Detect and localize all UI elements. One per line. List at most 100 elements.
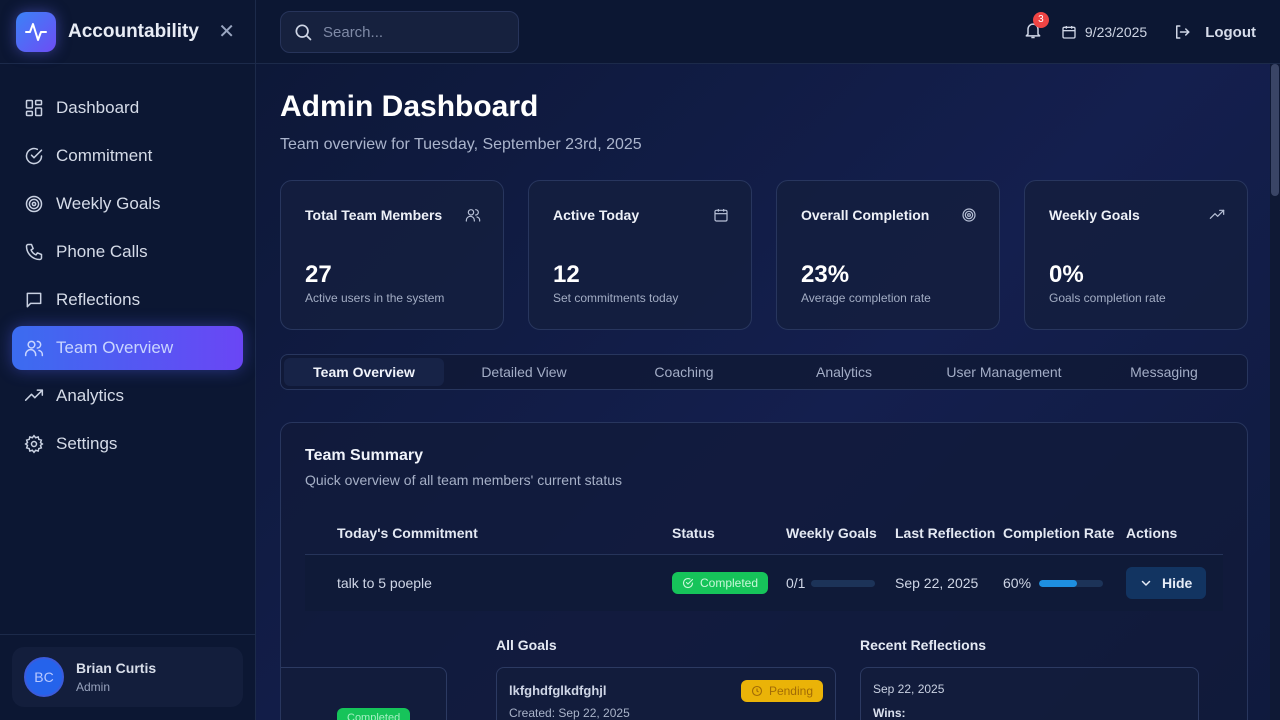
column-header-status: Status: [672, 525, 715, 541]
last-reflection-cell: Sep 22, 2025: [895, 575, 979, 591]
stat-description: Active users in the system: [305, 291, 445, 305]
search-icon: [295, 24, 312, 41]
sidebar-item-label: Weekly Goals: [56, 194, 161, 213]
sidebar-item-reflections[interactable]: Reflections: [12, 278, 243, 322]
sidebar-nav: Dashboard Commitment Weekly Goals Phone …: [0, 64, 255, 466]
tab-analytics[interactable]: Analytics: [764, 358, 924, 386]
sidebar-item-weekly-goals[interactable]: Weekly Goals: [12, 182, 243, 226]
sidebar: Accountability ✕ Dashboard Commitment We…: [0, 0, 256, 720]
pending-badge: Pending: [740, 680, 823, 702]
user-role: Admin: [76, 680, 111, 694]
chevron-down-icon: [1141, 580, 1151, 586]
weekly-goals-count: 0/1: [786, 575, 806, 591]
tab-detailed-view[interactable]: Detailed View: [444, 358, 604, 386]
search-input[interactable]: [323, 23, 503, 41]
goal-card: lkfghdfglkdfghjl Created: Sep 22, 2025 P…: [496, 667, 836, 720]
tab-bar: Team Overview Detailed View Coaching Ana…: [280, 354, 1248, 390]
trending-up-icon: [1209, 209, 1225, 219]
sidebar-item-label: Settings: [56, 434, 118, 453]
tab-user-management[interactable]: User Management: [924, 358, 1084, 386]
hide-details-button[interactable]: Hide: [1126, 567, 1207, 599]
stat-value: 0%: [1049, 261, 1084, 288]
column-header-commitment: Today's Commitment: [337, 525, 478, 541]
notification-count-badge: 3: [1032, 11, 1049, 28]
page-scrollbar[interactable]: [1270, 64, 1280, 720]
user-profile-section: BC Brian Curtis Admin: [0, 634, 255, 720]
user-name: Brian Curtis: [76, 660, 157, 676]
phone-icon: [25, 243, 43, 261]
stat-card-overall-completion: Overall Completion 23% Average completio…: [776, 180, 1000, 330]
logout-icon: [1176, 25, 1190, 39]
search-box: [280, 11, 519, 53]
scrollbar-thumb[interactable]: [1271, 64, 1279, 196]
goal-name: lkfghdfglkdfghjl: [509, 683, 607, 698]
trending-up-icon: [24, 389, 44, 401]
status-badge: Completed: [337, 708, 411, 720]
calendar-icon: [714, 209, 728, 222]
sidebar-item-label: Phone Calls: [56, 242, 148, 261]
sidebar-item-dashboard[interactable]: Dashboard: [12, 86, 243, 130]
stat-card-total-team-members: Total Team Members 27 Active users in th…: [280, 180, 504, 330]
recent-reflections-title: Recent Reflections: [860, 637, 987, 653]
sidebar-item-settings[interactable]: Settings: [12, 422, 243, 466]
sidebar-item-label: Team Overview: [56, 338, 174, 357]
users-icon: [24, 340, 44, 357]
commitment-history-card: Completed: [281, 667, 447, 720]
panel-subtitle: Quick overview of all team members' curr…: [305, 472, 623, 488]
stat-title: Active Today: [553, 207, 640, 223]
sidebar-item-phone-calls[interactable]: Phone Calls: [12, 230, 243, 274]
gear-icon: [24, 434, 44, 454]
team-summary-panel: Team Summary Quick overview of all team …: [280, 422, 1248, 720]
sidebar-item-label: Analytics: [56, 386, 125, 405]
activity-logo-icon: [16, 11, 56, 52]
completion-rate-value: 60%: [1003, 575, 1032, 591]
completion-progress-fill: [1039, 579, 1078, 587]
sidebar-item-analytics[interactable]: Analytics: [12, 374, 243, 418]
tab-messaging[interactable]: Messaging: [1084, 358, 1244, 386]
status-badge: Completed: [672, 572, 769, 594]
column-header-weekly-goals: Weekly Goals: [786, 525, 877, 541]
layout-grid-icon: [25, 99, 43, 117]
stat-value: 12: [553, 261, 580, 288]
commitment-cell: talk to 5 poeple: [337, 575, 432, 591]
avatar: BC: [24, 657, 64, 697]
sidebar-item-label: Reflections: [56, 290, 141, 309]
column-header-completion-rate: Completion Rate: [1003, 525, 1115, 541]
brand-name: Accountability: [68, 20, 199, 42]
top-bar: 3 9/23/2025 Logout: [256, 0, 1280, 64]
tab-coaching[interactable]: Coaching: [604, 358, 764, 386]
goal-created-date: Created: Sep 22, 2025: [509, 706, 630, 720]
notifications-button[interactable]: 3: [1023, 11, 1049, 45]
current-date: 9/23/2025: [1061, 24, 1147, 40]
reflection-date: Sep 22, 2025: [873, 682, 945, 696]
logout-button[interactable]: Logout: [1173, 23, 1256, 41]
stat-value: 27: [305, 261, 332, 288]
page-title: Admin Dashboard: [280, 90, 539, 123]
panel-title: Team Summary: [305, 447, 423, 464]
message-square-icon: [26, 292, 42, 308]
tab-team-overview[interactable]: Team Overview: [284, 358, 444, 386]
users-icon: [465, 209, 481, 222]
close-sidebar-icon[interactable]: ✕: [218, 19, 235, 44]
stat-title: Total Team Members: [305, 207, 443, 223]
all-goals-title: All Goals: [496, 637, 557, 653]
status-label: Completed: [700, 576, 759, 590]
status-label: Completed: [347, 712, 401, 720]
target-icon: [25, 195, 43, 213]
check-circle-icon: [683, 578, 694, 589]
sidebar-item-team-overview[interactable]: Team Overview: [12, 326, 243, 370]
page-subtitle: Team overview for Tuesday, September 23r…: [280, 136, 642, 153]
stat-card-weekly-goals: Weekly Goals 0% Goals completion rate: [1024, 180, 1248, 330]
calendar-icon: [1062, 26, 1076, 39]
stat-card-active-today: Active Today 12 Set commitments today: [528, 180, 752, 330]
target-icon: [962, 208, 976, 222]
sidebar-item-commitment[interactable]: Commitment: [12, 134, 243, 178]
user-profile-card[interactable]: BC Brian Curtis Admin: [12, 647, 243, 707]
column-header-last-reflection: Last Reflection: [895, 525, 996, 541]
table-row: talk to 5 poeple Completed 0/1 Sep 22, 2…: [305, 555, 1223, 611]
logout-label: Logout: [1205, 23, 1256, 41]
date-text: 9/23/2025: [1084, 24, 1148, 40]
check-circle-icon: [25, 147, 43, 165]
reflection-wins-label: Wins:: [873, 706, 906, 720]
stat-value: 23%: [801, 261, 850, 288]
